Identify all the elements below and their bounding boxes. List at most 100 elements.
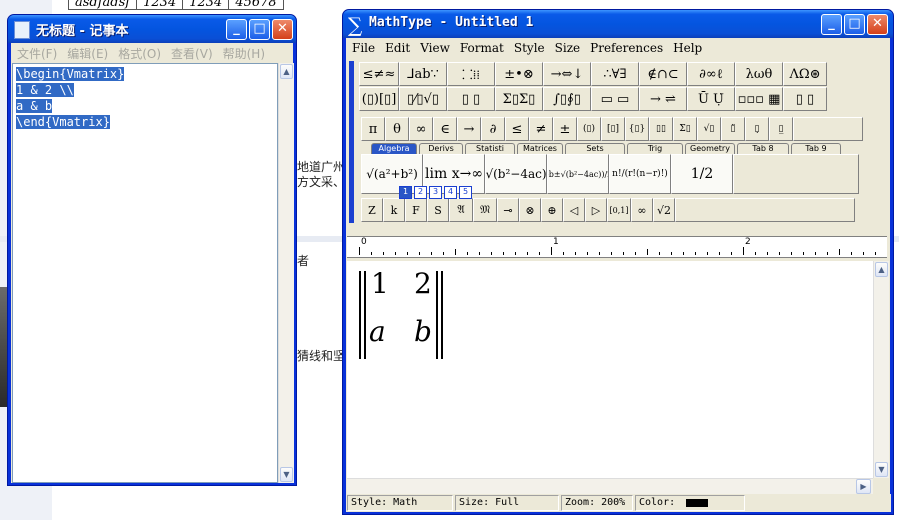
tab-set-button[interactable]: 5 <box>459 186 472 199</box>
equation-editing-area[interactable]: 1 2 a b <box>347 261 873 480</box>
bars-palette-button[interactable]: ▭ ▭ <box>591 87 639 111</box>
symbol-button[interactable]: → <box>457 117 481 141</box>
sets-palette-button[interactable]: ∉∩⊂ <box>639 62 687 86</box>
symbol-button[interactable]: 𝔄 <box>449 198 473 222</box>
mathtype-vertical-scrollbar[interactable]: ▲ ▼ <box>873 261 889 478</box>
minimize-button[interactable]: _ <box>821 14 842 35</box>
maximize-button[interactable]: □ <box>249 19 270 40</box>
tab-statistics[interactable]: Statisti <box>465 143 515 154</box>
menu-file[interactable]: 文件(F) <box>12 45 62 62</box>
arrows-palette-button[interactable]: →⇔↓ <box>543 62 591 86</box>
symbol-button[interactable]: {▯} <box>625 117 649 141</box>
tab-set-button[interactable]: 2 <box>414 186 427 199</box>
scripts-palette-button[interactable]: ▯ ▯ <box>447 87 495 111</box>
menu-format[interactable]: 格式(O) <box>113 45 166 62</box>
symbol-button[interactable]: π <box>361 117 385 141</box>
close-button[interactable]: ✕ <box>867 14 888 35</box>
tab-matrices[interactable]: Matrices <box>517 143 563 154</box>
fences-palette-button[interactable]: (▯)[▯] <box>359 87 399 111</box>
notepad-text-area[interactable]: \begin{Vmatrix} 1 & 2 \\ a & b \end{Vmat… <box>12 63 278 483</box>
menu-size[interactable]: Size <box>550 41 585 55</box>
relations-palette-button[interactable]: ≤≠≈ <box>359 62 399 86</box>
fractions-palette-button[interactable]: ▯⁄▯√▯ <box>399 87 447 111</box>
integrals-palette-button[interactable]: ∫▯∮▯ <box>543 87 591 111</box>
minimize-button[interactable]: _ <box>226 19 247 40</box>
symbol-button[interactable]: ⊗ <box>519 198 541 222</box>
labeled-arrows-palette-button[interactable]: → ⇌ <box>639 87 687 111</box>
symbol-button[interactable]: ± <box>553 117 577 141</box>
symbol-button[interactable]: ∂ <box>481 117 505 141</box>
ruler[interactable]: 0 1 2 <box>347 236 887 258</box>
misc-palette-button[interactable]: ∂∞ℓ <box>687 62 735 86</box>
menu-file[interactable]: File <box>347 41 380 55</box>
symbol-button[interactable]: [0,1] <box>607 198 631 222</box>
symbol-button[interactable]: ≠ <box>529 117 553 141</box>
menu-edit[interactable]: Edit <box>380 41 415 55</box>
symbol-button[interactable]: Σ▯ <box>673 117 697 141</box>
symbol-button[interactable]: ◁ <box>563 198 585 222</box>
menu-preferences[interactable]: Preferences <box>585 41 668 55</box>
symbol-button[interactable]: k <box>383 198 405 222</box>
symbol-button[interactable]: Z <box>361 198 383 222</box>
boxes-palette-button[interactable]: ▯ ▯ <box>783 87 827 111</box>
menu-view[interactable]: View <box>415 41 455 55</box>
scroll-down-icon[interactable]: ▼ <box>280 467 293 482</box>
symbol-button[interactable]: ∈ <box>433 117 457 141</box>
symbol-button[interactable]: (▯) <box>577 117 601 141</box>
embellishments-palette-button[interactable]: ⸬⁞⁞ <box>447 62 495 86</box>
mathtype-horizontal-scrollbar[interactable]: ▶ <box>347 478 873 494</box>
symbol-button[interactable]: ≤ <box>505 117 529 141</box>
tab-derivs[interactable]: Derivs <box>419 143 463 154</box>
greek-lower-palette-button[interactable]: λωθ <box>735 62 783 86</box>
menu-view[interactable]: 查看(V) <box>166 45 218 62</box>
template-discriminant[interactable]: √(b²−4ac) <box>485 154 547 194</box>
symbol-button[interactable]: ▯▯ <box>649 117 673 141</box>
symbol-button[interactable]: ▯̲ <box>769 117 793 141</box>
symbol-button[interactable]: ∞ <box>631 198 653 222</box>
logic-palette-button[interactable]: ∴∀∃ <box>591 62 639 86</box>
template-combination[interactable]: n!/(r!(n−r)!) <box>609 154 671 194</box>
tab-geometry[interactable]: Geometry <box>685 143 735 154</box>
symbol-button[interactable]: S <box>427 198 449 222</box>
products-palette-button[interactable]: Ū Ụ̇ <box>687 87 735 111</box>
menu-help[interactable]: 帮助(H) <box>218 45 270 62</box>
tab-sets[interactable]: Sets <box>565 143 625 154</box>
scroll-down-icon[interactable]: ▼ <box>875 462 888 477</box>
symbol-button[interactable]: ⊸ <box>497 198 519 222</box>
symbol-button[interactable]: ▯̈ <box>721 117 745 141</box>
symbol-button[interactable]: √▯ <box>697 117 721 141</box>
scroll-up-icon[interactable]: ▲ <box>280 64 293 79</box>
template-one-half[interactable]: 1/2 <box>671 154 733 194</box>
menu-edit[interactable]: 编辑(E) <box>62 45 113 62</box>
greek-upper-palette-button[interactable]: ΛΩ⊛ <box>783 62 827 86</box>
template-empty-slot[interactable] <box>733 154 859 194</box>
close-button[interactable]: ✕ <box>272 19 293 40</box>
tab-set-button[interactable]: 1 <box>399 186 412 199</box>
symbol-button[interactable]: [▯] <box>601 117 625 141</box>
tab-algebra[interactable]: Algebra <box>371 143 417 154</box>
template-quadratic-formula[interactable]: (−b±√(b²−4ac))/2a <box>547 154 609 194</box>
notepad-vertical-scrollbar[interactable]: ▲ ▼ <box>278 63 294 483</box>
spaces-palette-button[interactable]: ⅃ab∵ <box>399 62 447 86</box>
scroll-up-icon[interactable]: ▲ <box>875 262 888 277</box>
menu-help[interactable]: Help <box>668 41 707 55</box>
tab-9[interactable]: Tab 9 <box>791 143 841 154</box>
maximize-button[interactable]: □ <box>844 14 865 35</box>
sums-palette-button[interactable]: Σ▯Σ▯ <box>495 87 543 111</box>
tab-set-button[interactable]: 4 <box>444 186 457 199</box>
symbol-button[interactable]: √2 <box>653 198 675 222</box>
matrices-palette-button[interactable]: ▫▫▫ ▦ <box>735 87 783 111</box>
symbol-button[interactable]: ▯̣ <box>745 117 769 141</box>
symbol-button[interactable]: 𝔐 <box>473 198 497 222</box>
tab-set-button[interactable]: 3 <box>429 186 442 199</box>
menu-style[interactable]: Style <box>509 41 550 55</box>
scroll-right-icon[interactable]: ▶ <box>856 479 871 494</box>
mathtype-titlebar[interactable]: ∑ MathType - Untitled 1 _ □ ✕ <box>343 10 893 38</box>
symbol-button[interactable]: ▷ <box>585 198 607 222</box>
symbol-button[interactable]: ⊕ <box>541 198 563 222</box>
symbol-button[interactable]: θ <box>385 117 409 141</box>
menu-format[interactable]: Format <box>455 41 509 55</box>
tab-trig[interactable]: Trig <box>627 143 683 154</box>
notepad-titlebar[interactable]: 无标题 - 记事本 _ □ ✕ <box>8 15 296 43</box>
symbol-button[interactable]: F <box>405 198 427 222</box>
